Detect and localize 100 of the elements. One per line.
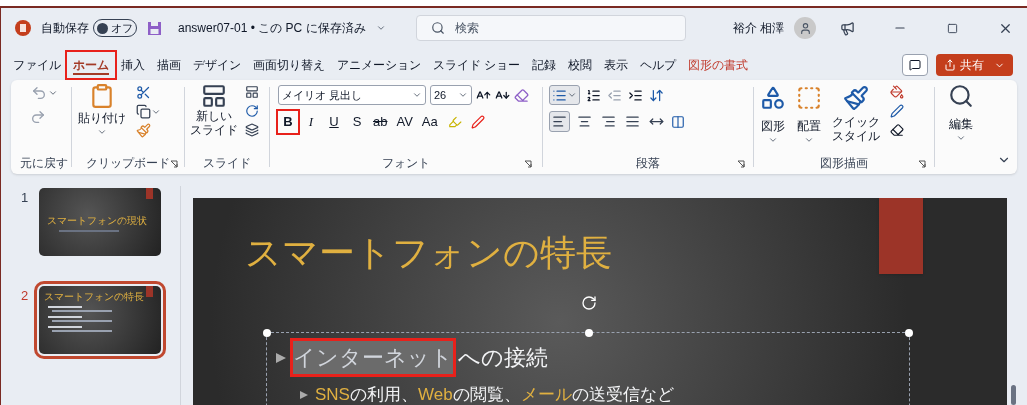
caret-icon <box>375 23 386 33</box>
text-run: インターネット <box>293 341 453 374</box>
ribbon-tab[interactable]: アニメーション <box>331 52 427 78</box>
ribbon-tab[interactable]: 描画 <box>151 52 187 78</box>
ribbon-tab[interactable]: 記録 <box>526 52 563 78</box>
format-button[interactable]: AV <box>393 111 416 133</box>
caret-icon <box>458 90 468 100</box>
thumbnail-title: スマートフォンの現状 <box>47 213 147 228</box>
slide-number: 2 <box>21 287 30 305</box>
ribbon-tab[interactable]: デザイン <box>187 52 247 78</box>
bullet-icon <box>299 389 309 400</box>
format-button[interactable]: B <box>278 111 298 133</box>
resize-handle[interactable] <box>905 329 913 337</box>
ribbon-tab[interactable]: 校閲 <box>562 52 599 78</box>
ribbon-tab[interactable]: ヘルプ <box>634 52 683 78</box>
increase-indent-icon[interactable] <box>628 87 643 103</box>
group-label: 図形描画 <box>820 155 868 172</box>
share-button[interactable]: 共有 <box>936 54 1013 76</box>
share-icon <box>944 59 956 71</box>
user-name[interactable]: 裕介 相澤 <box>732 19 784 37</box>
document-title[interactable]: answer07-01 • この PC に保存済み <box>178 19 366 37</box>
caret-icon <box>768 135 778 145</box>
comments-button[interactable] <box>902 54 928 76</box>
caret-icon <box>412 90 422 100</box>
ribbon-tab[interactable]: ホーム <box>67 52 115 78</box>
clear-format-icon[interactable] <box>514 87 529 103</box>
ribbon-tab[interactable]: 表示 <box>598 52 635 78</box>
search-icon <box>430 21 445 35</box>
text-run: SNS <box>315 384 350 405</box>
text-run: メール <box>520 384 572 405</box>
group-label: 元に戻す <box>20 155 68 172</box>
thumbnail-title: スマートフォンの特長 <box>44 291 144 302</box>
shape-effects-icon[interactable] <box>890 123 904 137</box>
paintbrush-icon <box>843 85 869 111</box>
avatar[interactable] <box>794 17 816 39</box>
format-button[interactable]: Aa <box>418 111 441 133</box>
comment-icon <box>909 59 921 71</box>
align-icon <box>625 114 640 129</box>
search-input[interactable]: 検索 <box>454 19 655 37</box>
font-name-dropdown[interactable]: メイリオ 見出し <box>278 85 426 105</box>
shape-outline-icon[interactable] <box>890 104 904 118</box>
bullet-icon <box>275 351 287 364</box>
align-icon <box>601 114 616 129</box>
align-button[interactable] <box>549 111 570 132</box>
font-color-icon[interactable] <box>470 115 485 129</box>
accent-bar <box>146 188 153 199</box>
slide-layout-icon <box>201 83 227 109</box>
numbering-icon[interactable] <box>586 87 601 103</box>
slide-thumbnail[interactable]: スマートフォンの現状 <box>39 188 161 256</box>
slide-number: 1 <box>21 189 30 207</box>
caret-icon <box>97 127 107 137</box>
shapes-icon <box>760 85 786 111</box>
text-run: の利用、 <box>349 384 418 405</box>
dialog-launcher-icon[interactable] <box>918 160 926 168</box>
maximize-icon[interactable] <box>947 22 958 34</box>
text-run: Web <box>417 384 453 405</box>
shapes-button[interactable]: 図形 <box>760 85 786 145</box>
format-button[interactable]: S <box>347 111 367 133</box>
ribbon-tab[interactable]: 図形の書式 <box>682 52 755 78</box>
ribbon-tab[interactable]: 画面切り替え <box>247 52 331 78</box>
search-field[interactable]: 検索 <box>415 15 686 41</box>
thumbnail-text-lines <box>48 326 112 332</box>
dialog-launcher-icon[interactable] <box>170 160 178 168</box>
editing-button[interactable]: 編集 <box>948 83 974 143</box>
columns-icon[interactable] <box>671 114 685 129</box>
arrange-icon <box>796 85 822 111</box>
dialog-launcher-icon[interactable] <box>524 160 532 168</box>
resize-handle[interactable] <box>585 329 593 337</box>
ribbon-tab[interactable]: ファイル <box>7 52 67 78</box>
save-icon[interactable] <box>147 20 162 36</box>
ribbon-tab[interactable]: スライド ショー <box>427 52 527 78</box>
paste-button[interactable]: 貼り付け <box>76 83 128 138</box>
align-icon <box>577 114 592 129</box>
rotate-handle-icon[interactable] <box>581 295 597 311</box>
line-spacing-icon[interactable] <box>649 87 664 103</box>
ribbon-tab[interactable]: 挿入 <box>115 52 151 78</box>
copy-icon[interactable] <box>136 104 151 119</box>
format-button[interactable]: I <box>301 111 321 133</box>
megaphone-icon[interactable] <box>840 20 855 36</box>
new-slide-button[interactable]: 新しい スライド <box>189 83 239 137</box>
arrange-button[interactable]: 配置 <box>796 85 822 145</box>
format-button[interactable]: U <box>324 111 344 133</box>
reset-icon[interactable] <box>245 104 259 118</box>
caret-icon <box>956 133 966 143</box>
accent-bar <box>146 286 153 297</box>
font-size-dropdown[interactable]: 26 <box>430 85 472 105</box>
align-icon <box>552 114 567 129</box>
clipboard-icon <box>89 83 115 109</box>
layout-icon[interactable] <box>245 85 259 99</box>
section-icon[interactable] <box>245 123 259 137</box>
group-label: スライド <box>203 155 251 172</box>
thumbnail-text-lines <box>48 306 112 312</box>
shape-fill-icon[interactable] <box>890 85 904 99</box>
dialog-launcher-icon[interactable] <box>737 160 745 168</box>
format-button[interactable]: ab <box>370 111 391 133</box>
quick-styles-button[interactable]: クイック スタイル <box>832 85 880 145</box>
group-label: 段落 <box>636 155 660 172</box>
cut-icon[interactable] <box>136 85 151 100</box>
bullets-button[interactable] <box>549 85 580 105</box>
resize-handle[interactable] <box>263 329 271 337</box>
